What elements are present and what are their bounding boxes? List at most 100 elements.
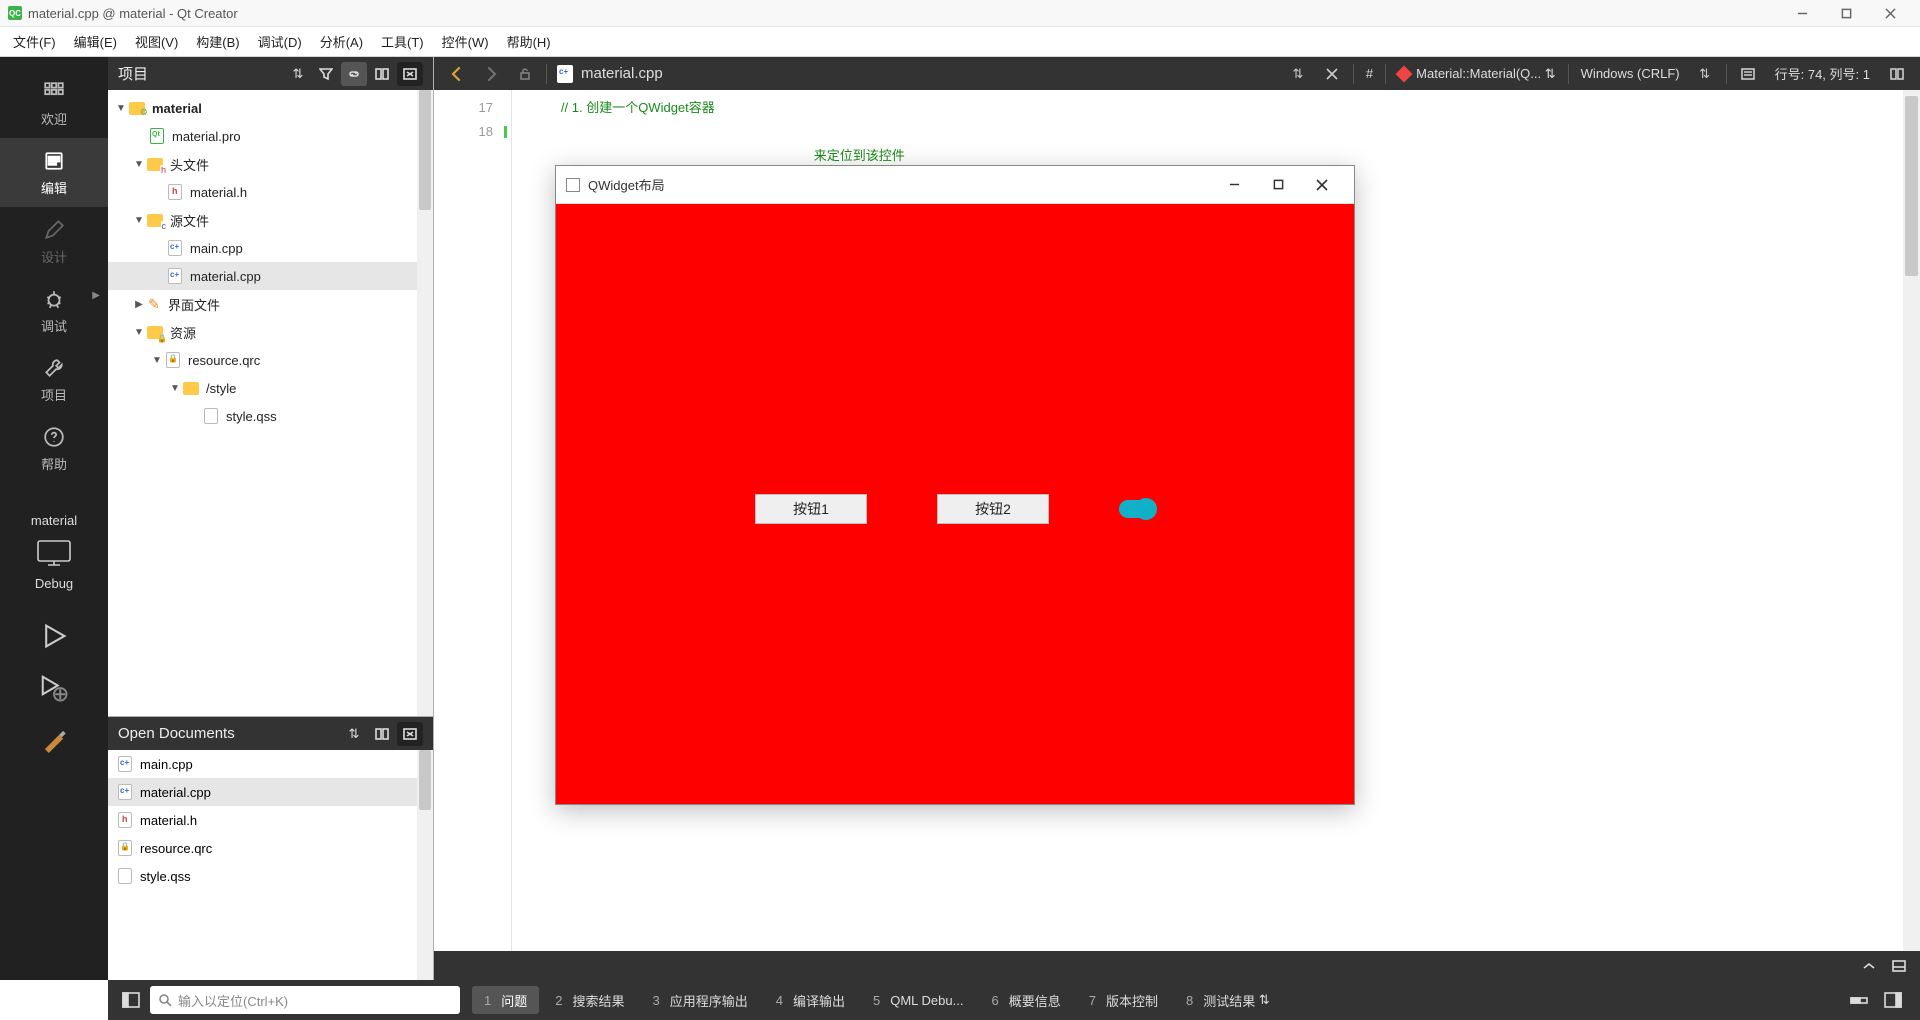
output-tab-search[interactable]: 2搜索结果 [543,986,636,1014]
close-file-icon[interactable] [1317,61,1347,87]
tree-sources[interactable]: ▼源文件 [108,206,433,234]
file-chevron-icon[interactable]: ⇅ [1283,61,1313,87]
tree-headers[interactable]: ▼头文件 [108,150,433,178]
mode-debug-label: 调试 [41,316,67,335]
sidebar-toggle-icon[interactable] [116,986,146,1014]
output-tab-compile[interactable]: 4编译输出 [764,986,857,1014]
output-tab-tests[interactable]: 8测试结果 ⇅ [1174,986,1282,1014]
tree-res[interactable]: ▼资源 [108,318,433,346]
line-gutter[interactable]: 17 18 [434,90,512,951]
sort-icon[interactable]: ⇅ [285,62,311,86]
tree-scrollbar[interactable] [417,90,433,716]
output-tab-issues[interactable]: 1问题 [472,986,539,1014]
menu-file[interactable]: 文件(F) [4,28,65,55]
tree-qss[interactable]: style.qss [108,402,433,430]
open-doc-item[interactable]: resource.qrc [108,834,433,862]
grid-icon [41,79,67,105]
menu-help[interactable]: 帮助(H) [498,28,560,55]
app-maximize-button[interactable] [1256,166,1300,204]
editor-file-combo[interactable]: material.cpp [551,65,1281,83]
run-debug-button[interactable] [39,673,69,703]
menu-debug[interactable]: 调试(D) [249,28,311,55]
encoding-combo[interactable]: Windows (CRLF) [1573,62,1688,86]
mode-design[interactable]: 设计 [0,207,108,276]
running-app-window[interactable]: QWidget布局 按钮1 按钮2 [555,165,1355,805]
tree-header-file[interactable]: material.h [108,178,433,206]
mode-debug[interactable]: 调试 ▶ [0,276,108,345]
open-docs-scrollbar[interactable] [417,750,433,980]
close-panel-icon[interactable] [397,62,423,86]
project-panel-title[interactable]: 项目 [118,63,283,84]
tree-qrc[interactable]: ▼resource.qrc [108,346,433,374]
open-doc-item[interactable]: style.qss [108,862,433,890]
symbol-combo[interactable]: Material::Material(Q... ⇅ [1390,62,1564,86]
menu-view[interactable]: 视图(V) [126,28,187,55]
app-close-button[interactable] [1300,166,1344,204]
split-editor-icon[interactable] [1882,61,1912,87]
tree-pro[interactable]: material.pro [108,122,433,150]
kit-mode[interactable]: Debug [35,576,73,591]
mode-project[interactable]: 项目 [0,345,108,414]
open-doc-item[interactable]: main.cpp [108,750,433,778]
maximize-button[interactable] [1824,0,1868,27]
forward-button[interactable] [476,61,506,87]
project-tree[interactable]: ▼material material.pro ▼头文件 material.h ▼… [108,90,433,716]
menu-tools[interactable]: 工具(T) [372,28,433,55]
mode-help[interactable]: 帮助 [0,414,108,483]
tree-forms[interactable]: ▶✎界面文件 [108,290,433,318]
mode-project-label: 项目 [41,385,67,404]
outline-icon[interactable] [1733,61,1763,87]
sort-icon[interactable]: ⇅ [341,722,367,746]
kit-name[interactable]: material [31,513,77,528]
split-icon[interactable] [369,722,395,746]
mode-welcome[interactable]: 欢迎 [0,69,108,138]
app-button-2[interactable]: 按钮2 [937,494,1049,524]
link-icon[interactable] [341,62,367,86]
open-doc-item[interactable]: material.h [108,806,433,834]
cursor-position[interactable]: 行号: 74, 列号: 1 [1765,64,1880,83]
back-button[interactable] [442,61,472,87]
output-tab-general[interactable]: 6概要信息 [979,986,1072,1014]
locator-input[interactable]: 输入以定位(Ctrl+K) [150,986,460,1014]
wrench-icon [41,355,67,381]
minimize-button[interactable] [1780,0,1824,27]
progress-icon[interactable] [1844,986,1874,1014]
menu-analyze[interactable]: 分析(A) [311,28,372,55]
mode-edit[interactable]: 编辑 [0,138,108,207]
editor-scrollbar[interactable] [1903,90,1920,951]
menu-build[interactable]: 构建(B) [187,28,248,55]
split-icon[interactable] [369,62,395,86]
tree-root[interactable]: ▼material [108,94,433,122]
monitor-icon[interactable] [32,536,76,570]
app-minimize-button[interactable] [1212,166,1256,204]
run-button[interactable] [39,621,69,651]
tree-style-folder[interactable]: ▼/style [108,374,433,402]
tree-src2[interactable]: material.cpp [108,262,433,290]
panel-toggle-icon[interactable] [1886,955,1912,977]
app-icon [566,178,580,192]
output-tab-app[interactable]: 3应用程序输出 [641,986,760,1014]
tree-src1[interactable]: main.cpp [108,234,433,262]
editor-hash[interactable]: # [1358,62,1381,86]
app-toggle[interactable] [1119,500,1155,518]
filter-icon[interactable] [313,62,339,86]
output-tab-qml[interactable]: 5QML Debu... [861,986,975,1014]
lock-icon[interactable] [510,61,540,87]
open-docs-title[interactable]: Open Documents [118,725,339,742]
output-tab-vcs[interactable]: 7版本控制 [1077,986,1170,1014]
close-button[interactable] [1868,0,1912,27]
open-docs-list[interactable]: main.cpp material.cpp material.h resourc… [108,750,433,980]
app-titlebar[interactable]: QWidget布局 [556,166,1354,204]
bug-icon [41,286,67,312]
app-button-1[interactable]: 按钮1 [755,494,867,524]
window-title: material.cpp @ material - Qt Creator [28,6,238,21]
close-panel-icon[interactable] [397,722,423,746]
menu-widgets[interactable]: 控件(W) [433,28,498,55]
menu-edit[interactable]: 编辑(E) [65,28,126,55]
mode-welcome-label: 欢迎 [41,109,67,128]
chevron-up-icon[interactable] [1856,955,1882,977]
open-doc-item[interactable]: material.cpp [108,778,433,806]
sidebar-right-icon[interactable] [1878,986,1908,1014]
build-button[interactable] [39,725,69,755]
encoding-chevron-icon[interactable]: ⇅ [1690,61,1720,87]
